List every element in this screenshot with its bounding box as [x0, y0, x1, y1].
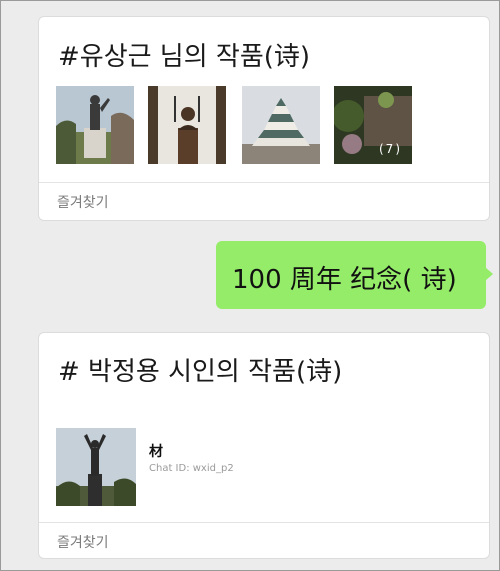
statue-photo-image: [56, 86, 134, 164]
statue-photo-image: [56, 428, 136, 506]
card-title: # 박정용 시인의 작품(诗): [58, 357, 343, 387]
castle-photo-image: [242, 86, 320, 164]
bust-photo-image: [148, 86, 226, 164]
bust-photo-thumbnail[interactable]: [148, 86, 226, 164]
contact-name: 材: [149, 444, 163, 460]
message-text: 100 周年 纪念( 诗): [232, 265, 457, 295]
image-count-badge: (7): [379, 142, 402, 156]
bubble-tail: [485, 267, 493, 281]
garden-photo-thumbnail[interactable]: (7): [334, 86, 412, 164]
message-bubble[interactable]: 100 周年 纪念( 诗): [216, 241, 493, 309]
favorites-label: 즐겨찾기: [57, 195, 109, 211]
contact-avatar[interactable]: [56, 428, 136, 506]
card-title: #유상근 님의 작품(诗): [58, 42, 311, 72]
favorites-label: 즐겨찾기: [57, 535, 109, 551]
favorite-card-2[interactable]: # 박정용 시인의 작품(诗) 材 Chat ID: wxid_p2 즐겨찾기: [38, 332, 490, 559]
contact-chat-id: Chat ID: wxid_p2: [149, 463, 234, 474]
statue-photo-thumbnail[interactable]: [56, 86, 134, 164]
castle-photo-thumbnail[interactable]: [242, 86, 320, 164]
favorite-card-1[interactable]: #유상근 님의 작품(诗) (7) 즐겨찾기: [38, 16, 490, 221]
card-divider: [39, 182, 489, 183]
card-divider: [39, 522, 489, 523]
